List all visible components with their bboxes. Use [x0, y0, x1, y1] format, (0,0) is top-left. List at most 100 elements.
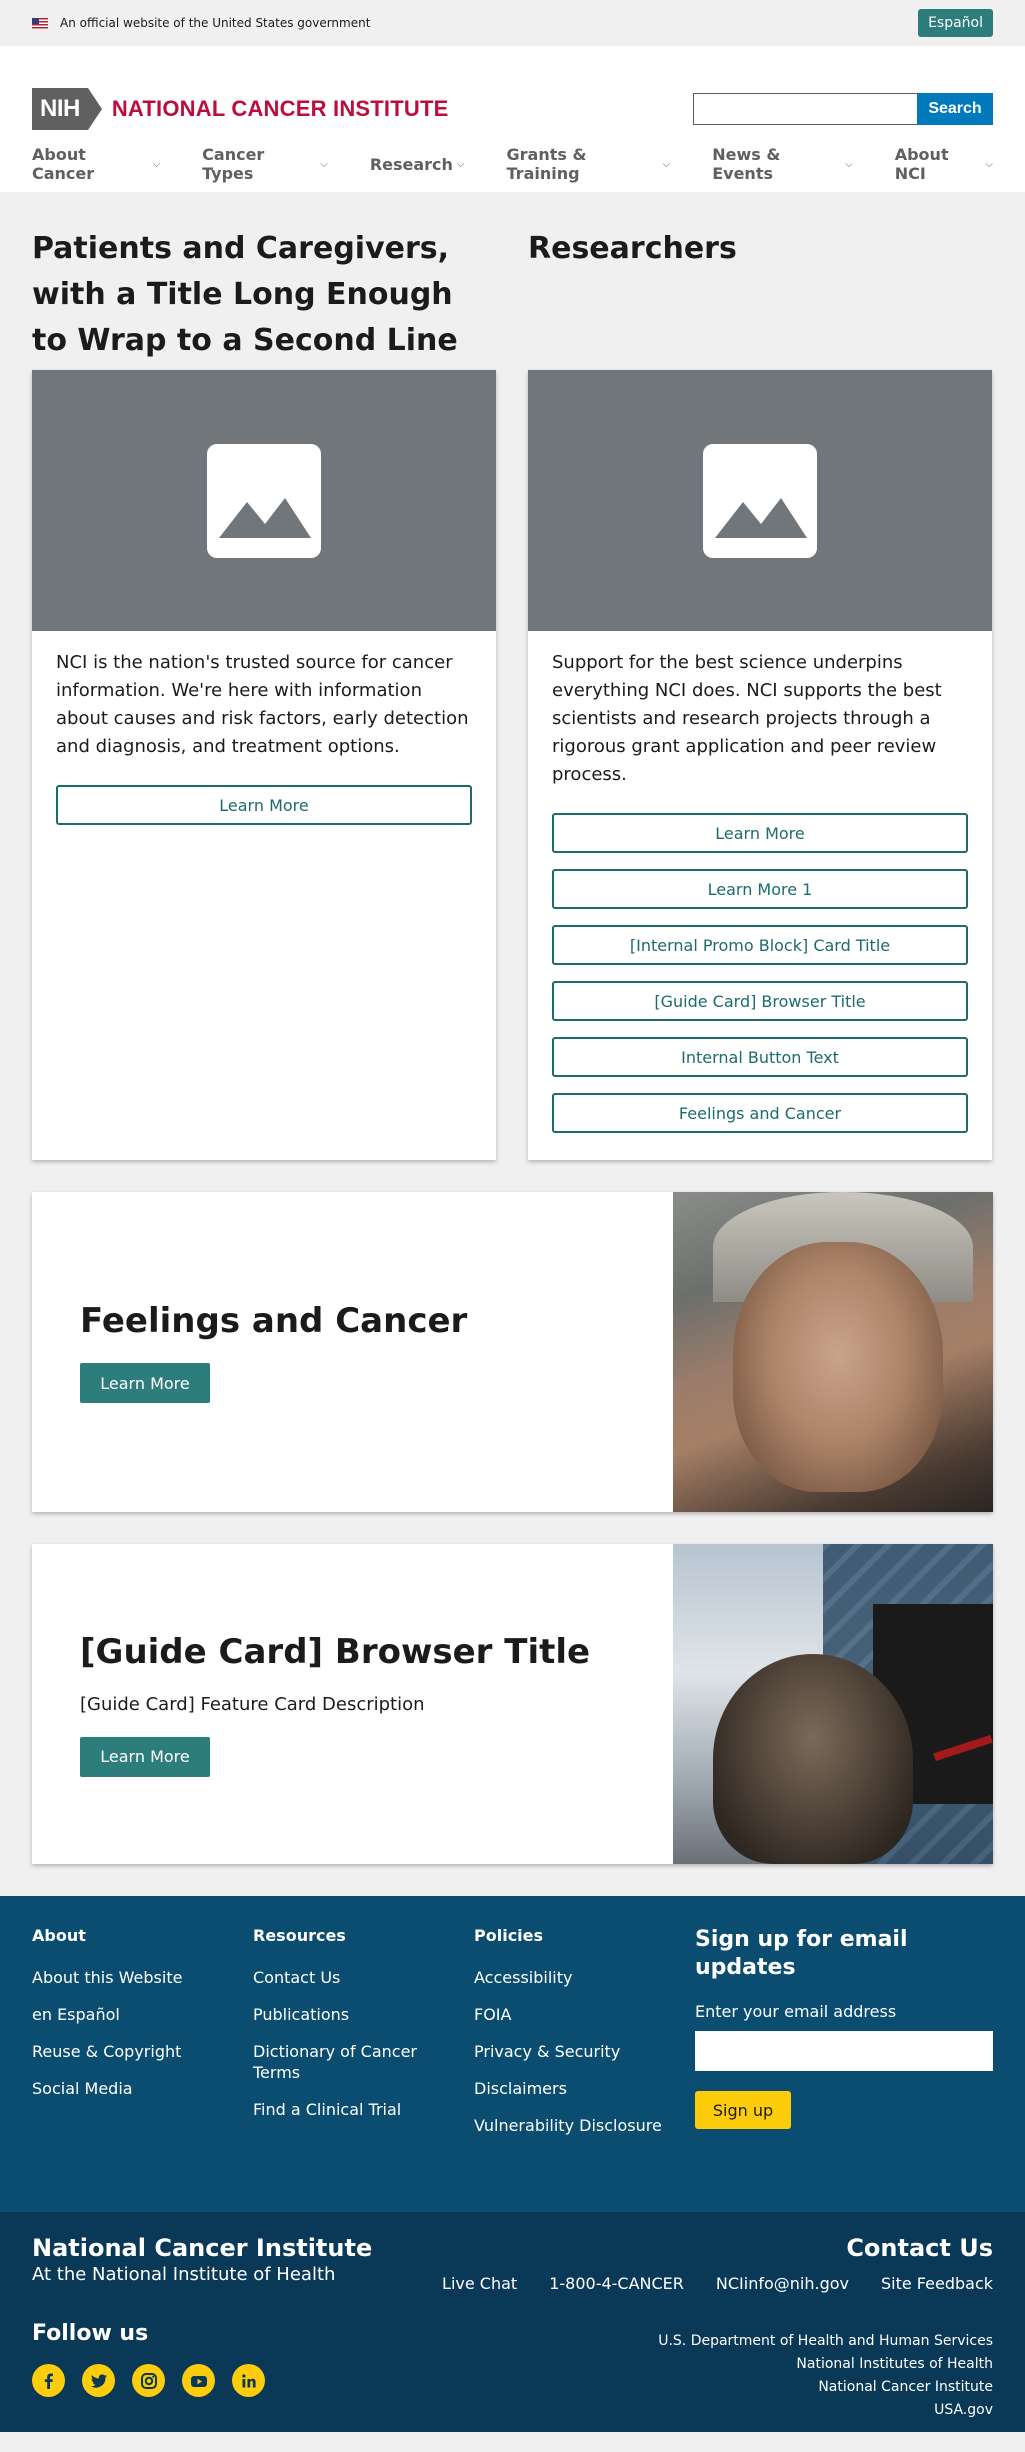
nav-item-label: Cancer Types — [202, 145, 265, 183]
footer-link[interactable]: Accessibility — [474, 1967, 695, 1988]
footer-link[interactable]: en Español — [32, 2004, 253, 2025]
email-signup: Sign up for email updates Enter your ema… — [695, 1926, 993, 2152]
agency-link[interactable]: USA.gov — [658, 2399, 993, 2422]
card-button-list: Learn More Learn More 1 [Internal Promo … — [552, 813, 968, 1133]
footer-link[interactable]: FOIA — [474, 2004, 695, 2025]
linkedin-icon[interactable] — [232, 2364, 265, 2397]
photo-face-shape — [733, 1242, 943, 1492]
footer-link[interactable]: Dictionary of Cancer Terms — [253, 2041, 423, 2083]
chevron-down-icon: ⌵ — [662, 158, 671, 170]
nav-item-about-cancer[interactable]: About Cancer ⌵ — [32, 145, 160, 183]
feature-card-title: Feelings and Cancer — [80, 1301, 468, 1341]
email-field[interactable] — [695, 2031, 993, 2071]
learn-more-button[interactable]: Learn More — [80, 1736, 210, 1777]
column-title: Researchers — [528, 231, 737, 266]
footer-heading: Policies — [474, 1926, 544, 1945]
lower-footer: National Cancer Institute At the Nationa… — [0, 2212, 1025, 2432]
live-chat-link[interactable]: Live Chat — [442, 2274, 517, 2293]
learn-more-button[interactable]: Learn More — [80, 1363, 210, 1403]
agency-link[interactable]: National Institutes of Health — [658, 2353, 993, 2376]
signup-button[interactable]: Sign up — [695, 2091, 791, 2129]
nih-logo-arrow — [87, 88, 102, 130]
main-nav: About Cancer ⌵ Cancer Types ⌵ Research ⌵ Gr… — [32, 145, 993, 183]
chevron-down-icon: ⌵ — [320, 158, 328, 170]
elderly-woman-photo — [673, 1192, 993, 1512]
card-description: NCI is the nation's trusted source for c… — [56, 652, 469, 757]
image-placeholder-icon — [207, 443, 321, 558]
phone-link[interactable]: 1-800-4-CANCER — [549, 2274, 684, 2293]
image-placeholder-icon — [703, 443, 817, 558]
footer-column-resources: Resources Contact Us Publications Dictio… — [253, 1926, 474, 2152]
us-flag-icon — [32, 17, 48, 29]
dog-bridge-photo — [673, 1544, 993, 1864]
site-header: NIH NATIONAL CANCER INSTITUTE Search Abo… — [0, 46, 1025, 192]
footer-link[interactable]: Vulnerability Disclosure — [474, 2115, 695, 2136]
search-form: Search — [693, 93, 993, 125]
instagram-icon[interactable] — [132, 2364, 165, 2397]
footer-link[interactable]: Privacy & Security — [474, 2041, 695, 2062]
feelings-and-cancer-button[interactable]: Feelings and Cancer — [552, 1093, 968, 1133]
footer-column-policies: Policies Accessibility FOIA Privacy & Se… — [474, 1926, 695, 2152]
email-label: Enter your email address — [695, 2002, 897, 2021]
site-footer: About About this Website en Español Reus… — [0, 1896, 1025, 2212]
nav-item-research[interactable]: Research ⌵ — [370, 155, 465, 174]
footer-link[interactable]: Publications — [253, 2004, 474, 2025]
agency-link[interactable]: U.S. Department of Health and Human Serv… — [658, 2330, 993, 2353]
chevron-down-icon: ⌵ — [456, 158, 465, 170]
learn-more-button[interactable]: Learn More — [56, 785, 472, 825]
gov-banner-left: An official website of the United States… — [32, 16, 370, 30]
feature-card-guide: [Guide Card] Browser Title [Guide Card] … — [32, 1544, 993, 1864]
nav-item-grants-training[interactable]: Grants & Training ⌵ — [507, 145, 671, 183]
column-title: Patients and Caregivers, with a Title Lo… — [32, 231, 458, 358]
gov-banner-text: An official website of the United States… — [60, 16, 371, 30]
card-body: NCI is the nation's trusted source for c… — [32, 631, 496, 843]
footer-heading: Resources — [253, 1926, 346, 1945]
guide-card-browser-title-button[interactable]: [Guide Card] Browser Title — [552, 981, 968, 1021]
twitter-icon[interactable] — [82, 2364, 115, 2397]
learn-more-button[interactable]: Learn More — [552, 813, 968, 853]
nav-item-news-events[interactable]: News & Events ⌵ — [712, 145, 853, 183]
feature-card-feelings: Feelings and Cancer Learn More — [32, 1192, 993, 1512]
promo-card: NCI is the nation's trusted source for c… — [32, 370, 496, 1160]
footer-link[interactable]: Social Media — [32, 2078, 253, 2099]
column-patients: Patients and Caregivers, with a Title Lo… — [32, 226, 496, 1160]
nci-logo[interactable]: NIH NATIONAL CANCER INSTITUTE — [32, 88, 448, 130]
column-researchers: Researchers Support for the best science… — [528, 226, 992, 1160]
internal-button-text-button[interactable]: Internal Button Text — [552, 1037, 968, 1077]
facebook-icon[interactable] — [32, 2364, 65, 2397]
learn-more-1-button[interactable]: Learn More 1 — [552, 869, 968, 909]
agency-link[interactable]: National Cancer Institute — [658, 2376, 993, 2399]
footer-link[interactable]: Reuse & Copyright — [32, 2041, 253, 2062]
footer-link[interactable]: About this Website — [32, 1967, 253, 1988]
site-feedback-link[interactable]: Site Feedback — [881, 2274, 993, 2293]
footer-link[interactable]: Contact Us — [253, 1967, 474, 1988]
contact-section: Contact Us Live Chat 1-800-4-CANCER NCIi… — [442, 2234, 993, 2293]
contact-links: Live Chat 1-800-4-CANCER NCIinfo@nih.gov… — [442, 2274, 993, 2293]
feature-card-title: [Guide Card] Browser Title — [80, 1631, 591, 1672]
espanol-button[interactable]: Español — [918, 9, 993, 37]
footer-column-about: About About this Website en Español Reus… — [32, 1926, 253, 2152]
feature-card-description: [Guide Card] Feature Card Description — [80, 1693, 425, 1715]
search-input[interactable] — [693, 93, 917, 125]
nav-item-about-nci[interactable]: About NCI ⌵ — [895, 145, 993, 183]
card-description: Support for the best science underpins e… — [552, 652, 942, 785]
logo-row: NIH NATIONAL CANCER INSTITUTE Search — [32, 46, 993, 160]
footer-link[interactable]: Disclaimers — [474, 2078, 695, 2099]
internal-promo-block-button[interactable]: [Internal Promo Block] Card Title — [552, 925, 968, 965]
youtube-icon[interactable] — [182, 2364, 215, 2397]
agency-links: U.S. Department of Health and Human Serv… — [658, 2330, 993, 2422]
nih-logo-box: NIH — [32, 88, 88, 130]
signup-heading: Sign up for email updates — [695, 1927, 908, 1980]
feature-card-text: Feelings and Cancer Learn More — [32, 1192, 673, 1512]
email-link[interactable]: NCIinfo@nih.gov — [716, 2274, 849, 2293]
nav-item-cancer-types[interactable]: Cancer Types ⌵ — [202, 145, 328, 183]
footer-link[interactable]: Find a Clinical Trial — [253, 2099, 474, 2120]
chevron-down-icon: ⌵ — [152, 158, 161, 170]
chevron-down-icon: ⌵ — [985, 158, 993, 170]
search-button[interactable]: Search — [917, 93, 993, 125]
nav-item-label: Grants & Training — [506, 145, 587, 183]
feature-card-text: [Guide Card] Browser Title [Guide Card] … — [32, 1544, 673, 1864]
card-body: Support for the best science underpins e… — [528, 631, 992, 1151]
gov-banner: An official website of the United States… — [0, 0, 1025, 46]
footer-heading: About — [32, 1926, 86, 1945]
